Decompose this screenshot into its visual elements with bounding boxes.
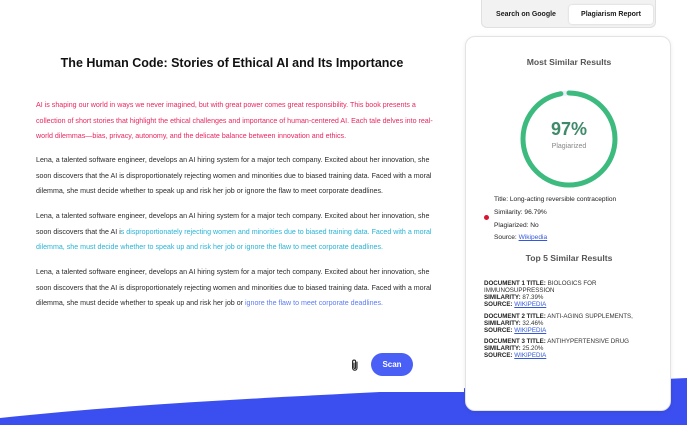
intro-paragraph: AI is shaping our world in ways we never… bbox=[36, 101, 433, 140]
doc-similarity-label: SIMILARITY: bbox=[484, 320, 521, 327]
doc-title: ANTIHYPERTENSIVE DRUG bbox=[547, 338, 629, 345]
doc-similarity-label: SIMILARITY: bbox=[484, 294, 521, 301]
doc-similarity: 87.39% bbox=[522, 294, 544, 301]
doc-similarity: 25.20% bbox=[522, 345, 544, 352]
doc-similarity-label: SIMILARITY: bbox=[484, 345, 521, 352]
story-paragraph-3: Lena, a talented software engineer, deve… bbox=[36, 265, 436, 312]
document-editor[interactable]: The Human Code: Stories of Ethical AI an… bbox=[0, 0, 464, 392]
source-label: Source: bbox=[494, 234, 519, 241]
doc-source-label: SOURCE: bbox=[484, 327, 513, 334]
paperclip-icon[interactable] bbox=[348, 358, 362, 372]
doc-similarity: 32.46% bbox=[522, 320, 544, 327]
source-link[interactable]: Wikipedia bbox=[519, 234, 548, 241]
doc-title-label: DOCUMENT 3 TITLE: bbox=[484, 338, 546, 345]
result-title: Title: Long-acting reversible contracept… bbox=[494, 196, 617, 203]
top5-heading: Top 5 Similar Results bbox=[525, 253, 613, 263]
scan-button[interactable]: Scan bbox=[371, 353, 413, 376]
story-paragraph-1: Lena, a talented software engineer, deve… bbox=[36, 156, 432, 195]
doc-title-label: DOCUMENT 1 TITLE: bbox=[484, 280, 546, 287]
story-paragraph-2: Lena, a talented software engineer, deve… bbox=[36, 209, 436, 256]
plagiarism-percent: 97% bbox=[550, 119, 588, 139]
result-plagiarized: Plagiarized: No bbox=[494, 222, 539, 229]
status-dot bbox=[484, 215, 489, 220]
similar-document-2: DOCUMENT 2 TITLE: ANTI-AGING SUPPLEMENTS… bbox=[484, 313, 664, 334]
tab-plagiarism-report[interactable]: Plagiarism Report bbox=[569, 5, 653, 24]
most-similar-heading: Most Similar Results bbox=[526, 57, 612, 67]
doc-source-link[interactable]: WIKIPEDIA bbox=[514, 327, 546, 334]
doc-source-label: SOURCE: bbox=[484, 301, 513, 308]
plagiarism-report-panel: Most Similar Results 97% Plagiarized Tit… bbox=[465, 36, 671, 411]
doc-title: ANTI-AGING SUPPLEMENTS, bbox=[547, 313, 633, 320]
doc-source-link[interactable]: WIKIPEDIA bbox=[514, 301, 546, 308]
tab-search-on-google[interactable]: Search on Google bbox=[486, 5, 566, 24]
doc-title-label: DOCUMENT 2 TITLE: bbox=[484, 313, 546, 320]
highlighted-text: ignore the flaw to meet corporate deadli… bbox=[244, 299, 384, 307]
result-source: Source: Wikipedia bbox=[494, 234, 547, 241]
doc-source-label: SOURCE: bbox=[484, 352, 513, 359]
plagiarism-caption: Plagiarized bbox=[551, 143, 587, 150]
document-title: The Human Code: Stories of Ethical AI an… bbox=[60, 56, 404, 70]
result-similarity: Similarity: 96.79% bbox=[494, 209, 547, 216]
similar-document-1: DOCUMENT 1 TITLE: BIOLOGICS FOR IMMUNOSU… bbox=[484, 280, 664, 308]
report-tabs: Search on Google Plagiarism Report bbox=[481, 0, 656, 28]
similar-document-3: DOCUMENT 3 TITLE: ANTIHYPERTENSIVE DRUG … bbox=[484, 338, 664, 359]
doc-source-link[interactable]: WIKIPEDIA bbox=[514, 352, 546, 359]
